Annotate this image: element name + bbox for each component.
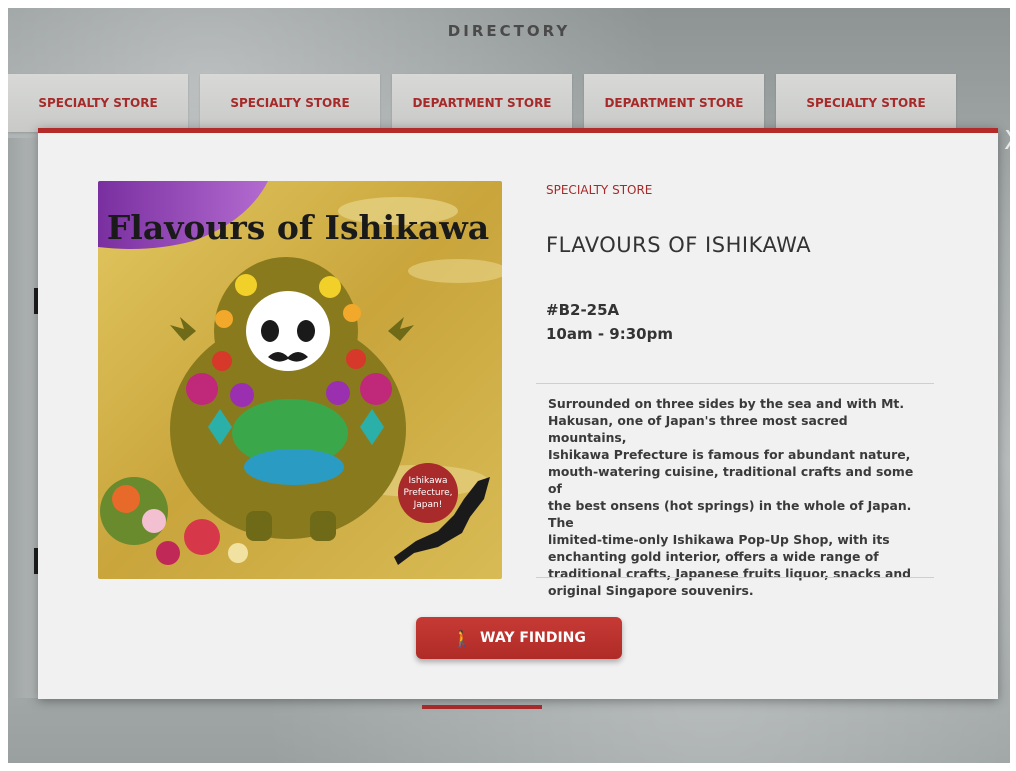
store-detail-modal: Flavours of Ishikawa Ishikawa Prefecture… (38, 128, 998, 699)
store-description: Surrounded on three sides by the sea and… (548, 396, 914, 598)
background-list-edge (8, 138, 40, 698)
category-tabs: SPECIALTY STORE SPECIALTY STORE DEPARTME… (8, 74, 1010, 136)
tab-department-store-2[interactable]: DEPARTMENT STORE (584, 74, 764, 132)
tab-specialty-store-3[interactable]: SPECIALTY STORE (776, 74, 956, 132)
way-finding-label: WAY FINDING (480, 630, 586, 646)
poster-title: Flavours of Ishikawa (107, 208, 489, 247)
store-category: SPECIALTY STORE (546, 183, 653, 197)
kiosk-screen: DIRECTORY SPECIALTY STORE SPECIALTY STOR… (8, 8, 1010, 763)
divider-top (536, 383, 934, 384)
tab-specialty-store-2[interactable]: SPECIALTY STORE (200, 74, 380, 132)
close-icon[interactable]: X (1004, 126, 1010, 156)
directory-title: DIRECTORY (447, 22, 571, 40)
store-poster-image: Flavours of Ishikawa Ishikawa Prefecture… (98, 181, 502, 579)
store-unit-number: #B2-25A (546, 301, 620, 319)
divider-bottom (536, 577, 934, 578)
page-indicator (422, 705, 542, 709)
store-opening-hours: 10am - 9:30pm (546, 325, 673, 343)
poster-badge-line1: Ishikawa (409, 476, 448, 486)
walking-person-icon: 🚶 (452, 628, 473, 648)
store-name: FLAVOURS OF ISHIKAWA (546, 233, 812, 257)
ishikawa-poster-illustration: Flavours of Ishikawa Ishikawa Prefecture… (98, 181, 502, 579)
poster-badge-line3: Japan! (413, 500, 443, 510)
way-finding-button[interactable]: 🚶 WAY FINDING (416, 617, 622, 659)
tab-specialty-store-1[interactable]: SPECIALTY STORE (8, 74, 188, 132)
poster-badge-line2: Prefecture, (403, 488, 452, 498)
tab-department-store-1[interactable]: DEPARTMENT STORE (392, 74, 572, 132)
